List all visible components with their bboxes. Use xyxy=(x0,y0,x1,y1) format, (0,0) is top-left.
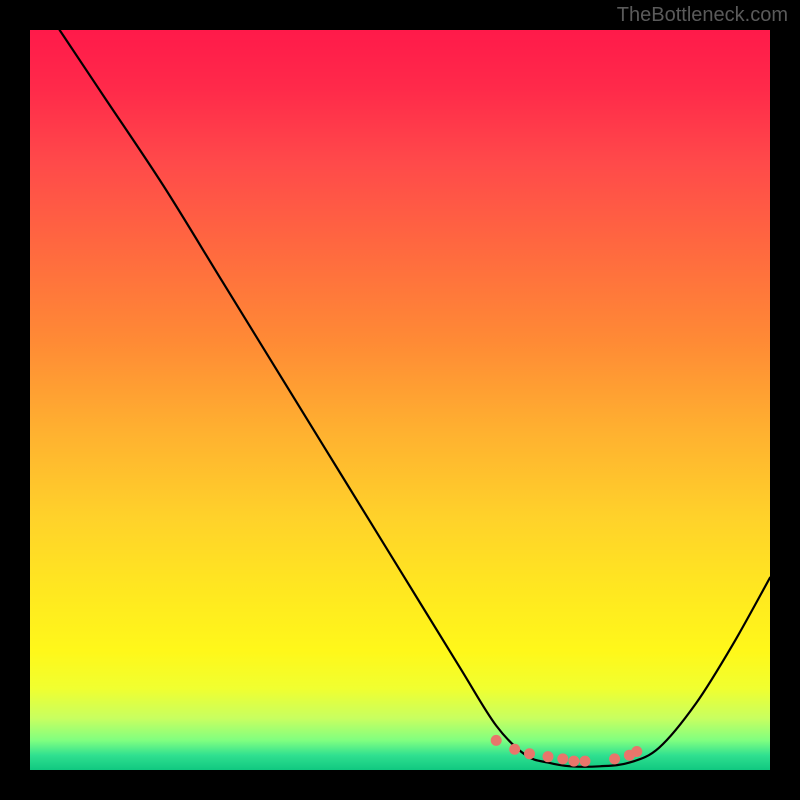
marker-dot xyxy=(491,735,502,746)
marker-dot xyxy=(509,744,520,755)
marker-dot xyxy=(580,756,591,767)
marker-dot xyxy=(524,748,535,759)
marker-dot xyxy=(557,753,568,764)
bottleneck-curve xyxy=(60,30,770,767)
marker-dots xyxy=(491,735,643,767)
chart-svg xyxy=(30,30,770,770)
marker-dot xyxy=(543,751,554,762)
marker-dot xyxy=(631,746,642,757)
plot-area xyxy=(30,30,770,770)
watermark-text: TheBottleneck.com xyxy=(617,4,788,27)
marker-dot xyxy=(609,753,620,764)
marker-dot xyxy=(568,756,579,767)
